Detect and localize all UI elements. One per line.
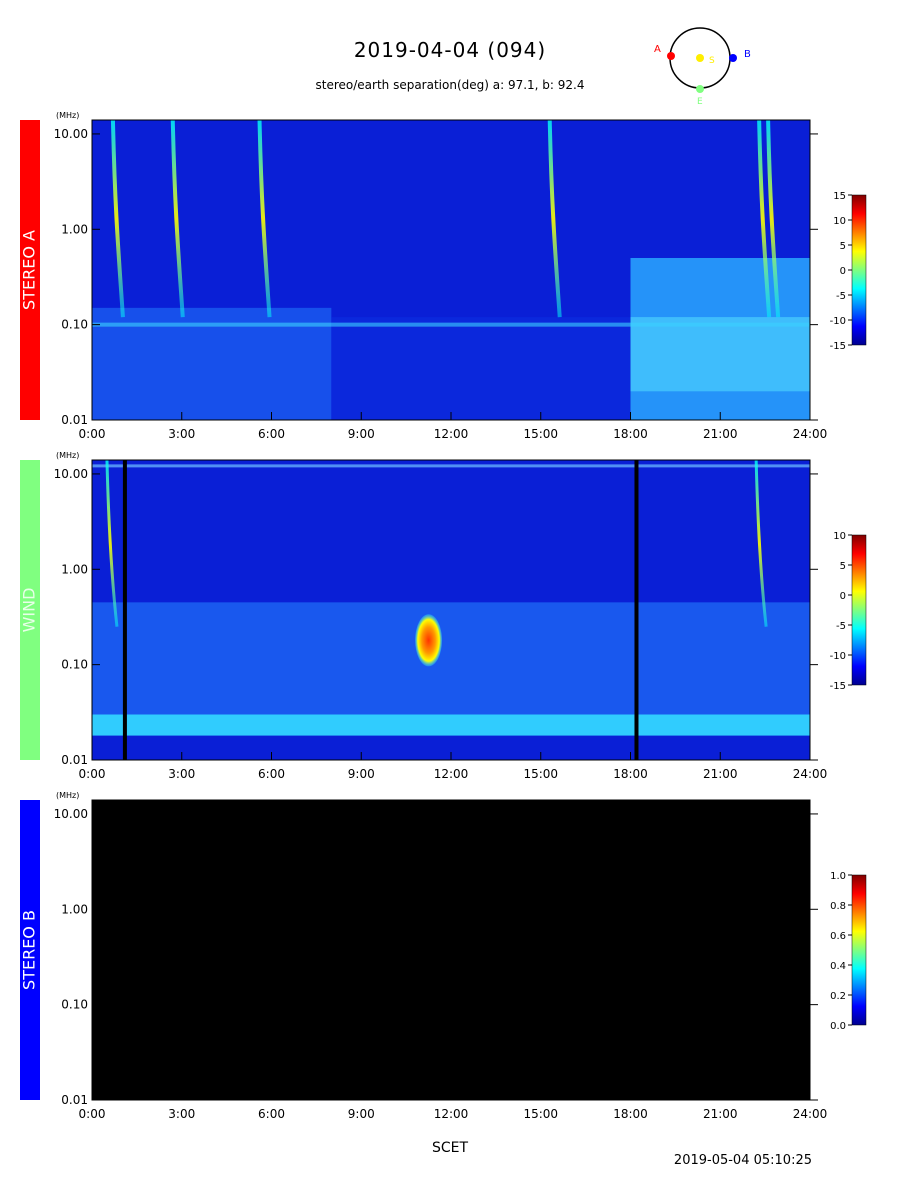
wind-colorbar-tick-label: -10 [830,651,846,662]
stereo-a-x-tick-label: 15:00 [523,427,558,441]
stereo-a-x-tick-label: 24:00 [793,427,828,441]
stereo-a-y-tick-label: 0.01 [61,413,88,427]
stereo-a-x-tick-label: 18:00 [613,427,648,441]
data-gap-1 [634,460,639,760]
stereo-a-x-tick-label: 12:00 [434,427,469,441]
wind-colorbar-tick-label: -5 [836,621,846,632]
wind-x-tick-label: 3:00 [168,767,195,781]
stereo-b-y-tick-label: 1.00 [61,902,88,916]
stereo-a-colorbar [851,194,867,346]
wind-x-tick-label: 0:00 [79,767,106,781]
stereo-a-colorbar-tick-label: 10 [833,216,846,227]
wind-x-tick-label: 9:00 [348,767,375,781]
stereo-b-y-tick-label: 10.00 [54,807,88,821]
generation-timestamp: 2019-05-04 05:10:25 [673,1153,812,1168]
stereo-a-colorbar-tick-label: -5 [836,291,846,302]
stereo-b-colorbar-tick-label: 0.2 [830,991,846,1002]
stereo-b-x-tick-label: 15:00 [523,1107,558,1121]
stereo-b-plot-area [92,800,810,1100]
stereo-b-x-tick-label: 12:00 [434,1107,469,1121]
stereo-b-y-unit: (MHz) [56,791,79,800]
wind-y-tick-label: 10.00 [54,467,88,481]
stereo-a-y-tick-label: 10.00 [54,127,88,141]
stereo-a-plot [92,119,810,420]
stereo-b-plot [92,800,810,1100]
wind-x-tick-label: 24:00 [793,767,828,781]
stereo-b-x-tick-label: 6:00 [258,1107,285,1121]
high-frequency-line [92,464,810,468]
stereo-b-colorbar-tick-label: 0.4 [830,961,846,972]
wind-colorbar [851,534,867,686]
stereo-b-colorbar-tick-label: 0.8 [830,901,846,912]
stereo-a-x-tick-label: 0:00 [79,427,106,441]
stereo-a-x-tick-label: 6:00 [258,427,285,441]
wind-x-tick-label: 18:00 [613,767,648,781]
stereo-b-panel-label: STEREO B [20,910,39,990]
strong-emission-hotspot [415,614,443,667]
wind-x-tick-label: 12:00 [434,767,469,781]
stereo-a-y-tick-label: 1.00 [61,222,88,236]
wind-colorbar-tick-label: 10 [833,531,846,542]
wind-y-unit: (MHz) [56,451,79,460]
plasma-line [92,714,810,736]
wind-colorbar-tick-label: 0 [840,591,846,602]
stereo-b-x-tick-label: 0:00 [79,1107,106,1121]
wind-x-tick-label: 15:00 [523,767,558,781]
stereo-b-colorbar-tick-label: 0.0 [830,1021,846,1032]
stereo-b-x-tick-label: 21:00 [703,1107,738,1121]
wind-x-tick-label: 6:00 [258,767,285,781]
stereo-a-colorbar-tick-label: -10 [830,316,846,327]
constant-line-100khz [92,322,810,327]
elevated-background-core [630,317,810,392]
wind-panel-label: WIND [20,588,39,633]
stereo-a-x-tick-label: 21:00 [703,427,738,441]
wind-y-tick-label: 0.01 [61,753,88,767]
stereo-b-x-tick-label: 9:00 [348,1107,375,1121]
stereo-a-y-tick-label: 0.10 [61,318,88,332]
wind-x-tick-label: 21:00 [703,767,738,781]
quiet-band [331,317,631,420]
stereo-a-x-tick-label: 9:00 [348,427,375,441]
wind-colorbar-tick-label: 5 [840,561,846,572]
wind-y-tick-label: 1.00 [61,562,88,576]
stereo-a-y-unit: (MHz) [56,111,79,120]
wind-colorbar-tick-label: -15 [830,681,846,692]
stereo-b-y-tick-label: 0.01 [61,1093,88,1107]
stereo-b-x-tick-label: 18:00 [613,1107,648,1121]
stereo-b-colorbar-tick-label: 0.6 [830,931,846,942]
stereo-a-x-tick-label: 3:00 [168,427,195,441]
stereo-b-colorbar-tick-label: 1.0 [830,871,846,882]
data-gap-0 [122,460,127,760]
stereo-a-colorbar-tick-label: 0 [840,266,846,277]
stereo-a-colorbar-tick-label: -15 [830,341,846,352]
stereo-b-colorbar [851,874,867,1026]
wind-plot [92,459,810,760]
wind-y-tick-label: 0.10 [61,658,88,672]
stereo-b-y-tick-label: 0.10 [61,998,88,1012]
stereo-a-panel-label: STEREO A [20,230,39,310]
stereo-a-colorbar-tick-label: 5 [840,241,846,252]
stereo-a-colorbar-tick-label: 15 [833,191,846,202]
stereo-b-x-tick-label: 24:00 [793,1107,828,1121]
spectrogram-panels: STEREO A(MHz)10.001.000.100.010:00 3:00 6:… [20,111,867,1121]
stereo-b-x-tick-label: 3:00 [168,1107,195,1121]
